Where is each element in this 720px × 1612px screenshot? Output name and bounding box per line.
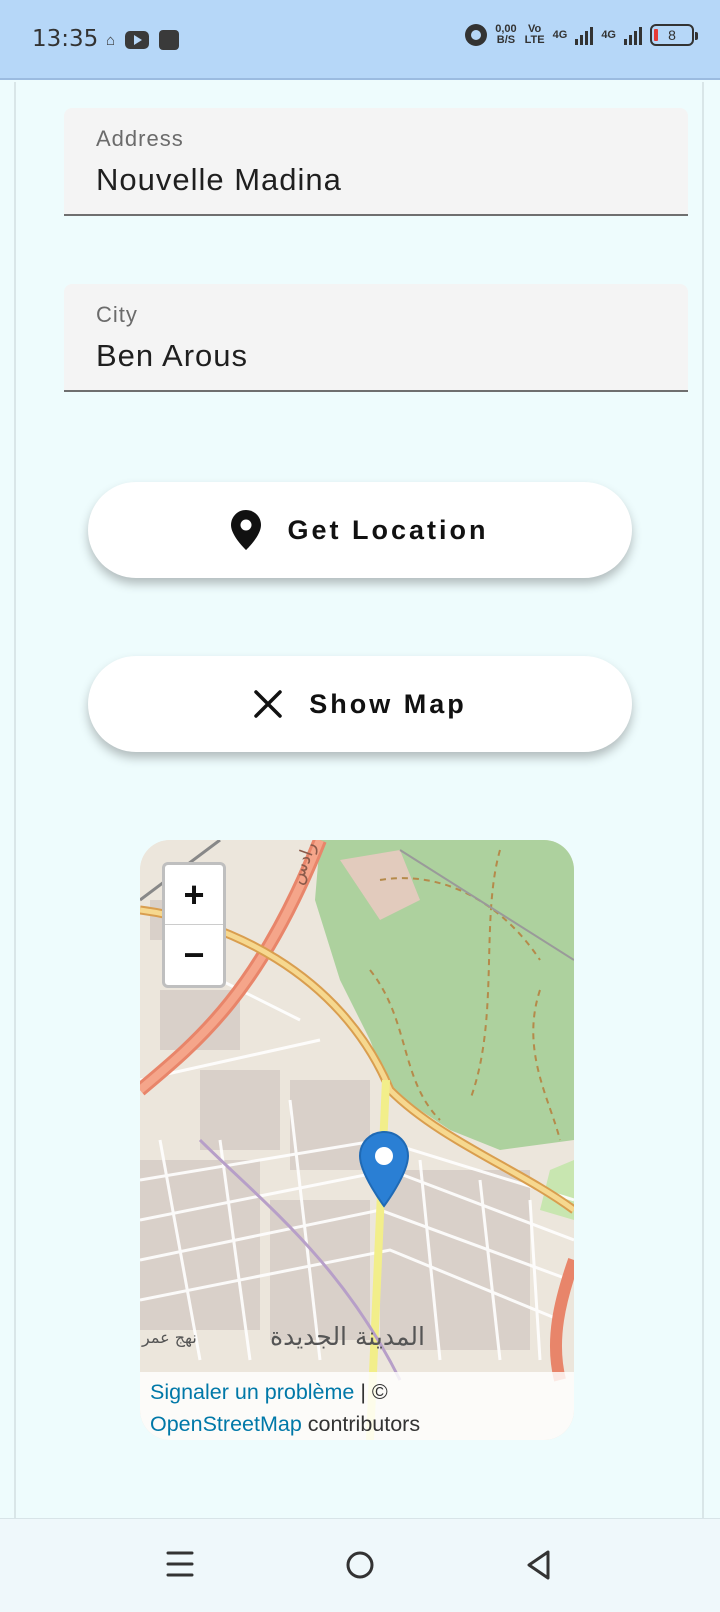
map-view[interactable]: معتمدية رادس المدينة الجديدة نهج عمر + −…: [140, 840, 574, 1440]
attribution-contributors: contributors: [301, 1412, 421, 1436]
address-value[interactable]: Nouvelle Madina: [96, 162, 342, 198]
alarm-icon: [465, 24, 488, 46]
battery-icon: 8: [650, 24, 698, 46]
notification-icons: ⌂: [106, 30, 180, 50]
location-pin-icon: [231, 510, 262, 550]
get-location-label: Get Location: [287, 514, 489, 545]
network-type-1: 4G: [552, 28, 568, 41]
zoom-control: + −: [162, 862, 226, 988]
signal-icon: [624, 25, 642, 45]
back-triangle-icon[interactable]: [524, 1549, 554, 1586]
youtube-icon: [125, 31, 150, 49]
city-label: City: [96, 302, 138, 327]
navigation-bar: [0, 1518, 720, 1612]
mosque-icon: ⌂: [106, 31, 116, 49]
map-attribution: Signaler un problème | © OpenStreetMap c…: [140, 1372, 574, 1440]
close-icon: [253, 689, 283, 719]
net-speed: 0,00 B/S: [495, 24, 516, 46]
get-location-button[interactable]: Get Location: [88, 482, 632, 578]
city-field[interactable]: City Ben Arous: [64, 284, 688, 392]
volte-bottom: LTE: [524, 34, 545, 46]
status-time: 13:35: [32, 26, 99, 52]
attribution-separator: | ©: [354, 1380, 388, 1404]
report-problem-link[interactable]: Signaler un problème: [150, 1380, 354, 1404]
show-map-label: Show Map: [309, 688, 467, 719]
zoom-out-button[interactable]: −: [165, 925, 223, 985]
menu-icon[interactable]: [166, 1549, 194, 1584]
signal-icon: [575, 25, 594, 45]
status-bar: 13:35 ⌂ 0,00 B/S Vo LTE 4G 4G 8: [0, 0, 720, 80]
city-value[interactable]: Ben Arous: [96, 338, 248, 374]
net-speed-unit: B/S: [496, 34, 516, 46]
status-indicators: 0,00 B/S Vo LTE 4G 4G 8: [465, 24, 698, 46]
street-label: نهج عمر: [142, 1328, 197, 1347]
address-field[interactable]: Address Nouvelle Madina: [64, 108, 688, 216]
volte-indicator: Vo LTE: [525, 24, 545, 46]
address-label: Address: [96, 126, 184, 151]
network-type-2: 4G: [601, 28, 616, 41]
osm-link[interactable]: OpenStreetMap: [150, 1412, 302, 1436]
map-marker-icon[interactable]: [358, 1130, 410, 1215]
home-circle-icon[interactable]: [344, 1549, 376, 1586]
show-map-button[interactable]: Show Map: [88, 656, 632, 752]
app-notification-icon: [159, 30, 180, 50]
zoom-in-button[interactable]: +: [165, 865, 223, 925]
place-label: المدينة الجديدة: [270, 1322, 425, 1351]
